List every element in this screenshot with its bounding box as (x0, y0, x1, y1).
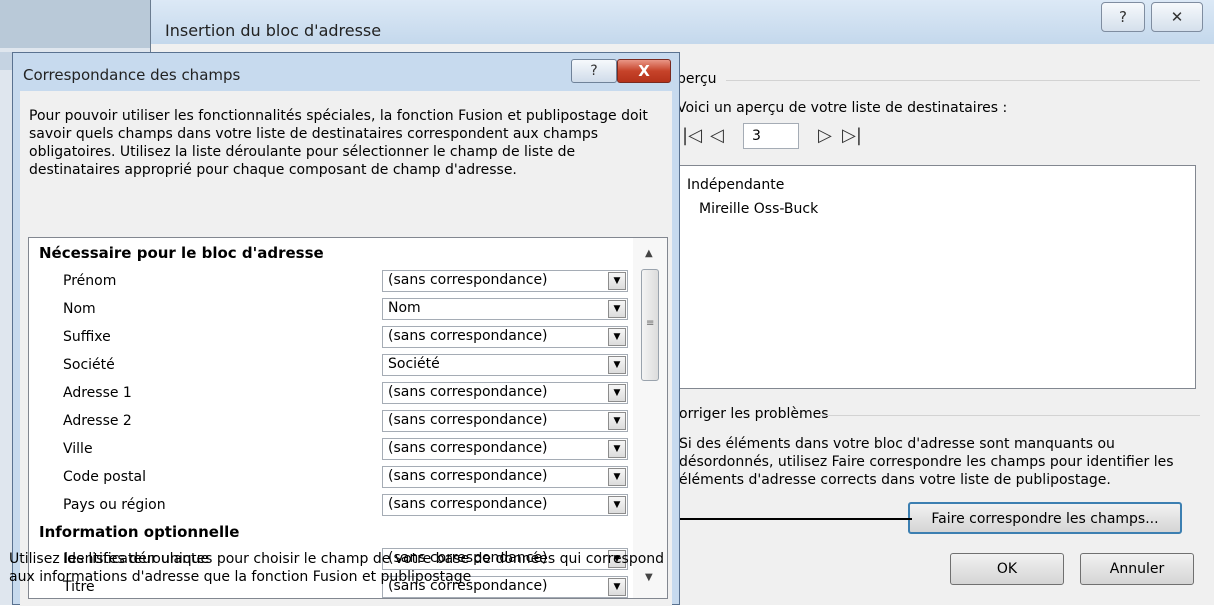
dropdown-arrow-icon[interactable]: ▼ (608, 496, 626, 514)
required-section-heading: Nécessaire pour le bloc d'adresse (39, 244, 324, 262)
footer-text: Utilisez les listes déroulantes pour cho… (9, 551, 665, 585)
preview-group-label: perçu (677, 71, 717, 87)
last-record-icon[interactable]: ▷| (842, 125, 862, 146)
field-select-value: Nom (388, 300, 421, 316)
next-record-icon[interactable]: ▷ (818, 125, 832, 146)
field-label: Adresse 1 (63, 385, 132, 401)
dialog-body: Pour pouvoir utiliser les fonctionnalité… (20, 91, 672, 606)
dropdown-arrow-icon[interactable]: ▼ (608, 440, 626, 458)
help-icon: ? (1119, 8, 1127, 26)
field-label: Code postal (63, 469, 146, 485)
dropdown-arrow-icon[interactable]: ▼ (608, 384, 626, 402)
field-label: Société (63, 357, 115, 373)
field-select[interactable]: (sans correspondance) ▼ (382, 382, 628, 404)
optional-section-heading: Information optionnelle (39, 523, 240, 541)
dropdown-arrow-icon[interactable]: ▼ (608, 468, 626, 486)
close-icon: X (638, 62, 650, 80)
field-select-value: (sans correspondance) (388, 328, 548, 344)
preview-line: Mireille Oss-Buck (699, 201, 819, 217)
dropdown-arrow-icon[interactable]: ▼ (608, 356, 626, 374)
preview-description: Voici un aperçu de votre liste de destin… (677, 100, 1008, 116)
field-select-value: (sans correspondance) (388, 468, 548, 484)
record-number-input[interactable]: 3 (743, 123, 799, 149)
dropdown-arrow-icon[interactable]: ▼ (608, 328, 626, 346)
help-icon: ? (590, 63, 598, 79)
match-fields-dialog: Correspondance des champs ? X Pour pouvo… (12, 52, 680, 606)
record-number-value: 3 (752, 128, 761, 144)
field-select[interactable]: Nom ▼ (382, 298, 628, 320)
address-preview-box: Indépendante Mireille Oss-Buck (676, 165, 1196, 389)
help-button[interactable]: ? (571, 59, 617, 83)
field-select-value: (sans correspondance) (388, 412, 548, 428)
field-label: Suffixe (63, 329, 111, 345)
close-button[interactable]: ✕ (1151, 2, 1203, 32)
field-select-value: (sans correspondance) (388, 440, 548, 456)
help-button[interactable]: ? (1101, 2, 1145, 32)
field-select-value: Société (388, 356, 440, 372)
previous-record-icon[interactable]: ◁ (710, 125, 724, 146)
match-fields-button[interactable]: Faire correspondre les champs... (908, 502, 1182, 534)
close-button[interactable]: X (617, 59, 671, 83)
field-select-value: (sans correspondance) (388, 384, 548, 400)
field-select[interactable]: (sans correspondance) ▼ (382, 438, 628, 460)
dropdown-arrow-icon[interactable]: ▼ (608, 300, 626, 318)
dropdown-arrow-icon[interactable]: ▼ (608, 272, 626, 290)
ok-button[interactable]: OK (950, 553, 1064, 585)
field-select-value: (sans correspondance) (388, 496, 548, 512)
vertical-scrollbar[interactable]: ▲ ≡ ▼ (633, 238, 667, 598)
field-select[interactable]: Société ▼ (382, 354, 628, 376)
field-select[interactable]: (sans correspondance) ▼ (382, 326, 628, 348)
dialog-titlebar: Insertion du bloc d'adresse ? ✕ (151, 0, 1214, 44)
preview-group-line (726, 80, 1200, 81)
field-label: Nom (63, 301, 96, 317)
field-select[interactable]: (sans correspondance) ▼ (382, 494, 628, 516)
field-label: Adresse 2 (63, 413, 132, 429)
background-titlebar (0, 0, 160, 48)
field-mapping-list: Nécessaire pour le bloc d'adresse Prénom… (28, 237, 668, 599)
cancel-button[interactable]: Annuler (1080, 553, 1194, 585)
fix-problems-group-line (820, 415, 1200, 416)
fix-problems-description: Si des éléments dans votre bloc d'adress… (679, 436, 1174, 488)
dropdown-arrow-icon[interactable]: ▼ (608, 412, 626, 430)
field-select[interactable]: (sans correspondance) ▼ (382, 270, 628, 292)
scroll-thumb[interactable]: ≡ (641, 269, 659, 381)
callout-line (648, 518, 912, 520)
field-label: Pays ou région (63, 497, 166, 513)
first-record-icon[interactable]: |◁ (682, 125, 702, 146)
fix-problems-group-label: orriger les problèmes (679, 406, 829, 422)
field-select[interactable]: (sans correspondance) ▼ (382, 466, 628, 488)
dialog-title: Insertion du bloc d'adresse (165, 21, 382, 40)
field-select-value: (sans correspondance) (388, 272, 548, 288)
scroll-grip-icon: ≡ (646, 318, 655, 329)
close-icon: ✕ (1170, 8, 1184, 26)
intro-text: Pour pouvoir utiliser les fonctionnalité… (29, 108, 648, 178)
match-fields-title: Correspondance des champs (23, 66, 241, 84)
field-select[interactable]: (sans correspondance) ▼ (382, 410, 628, 432)
field-label: Prénom (63, 273, 117, 289)
preview-line: Indépendante (687, 177, 785, 193)
field-label: Ville (63, 441, 93, 457)
scroll-up-icon[interactable]: ▲ (645, 248, 653, 259)
